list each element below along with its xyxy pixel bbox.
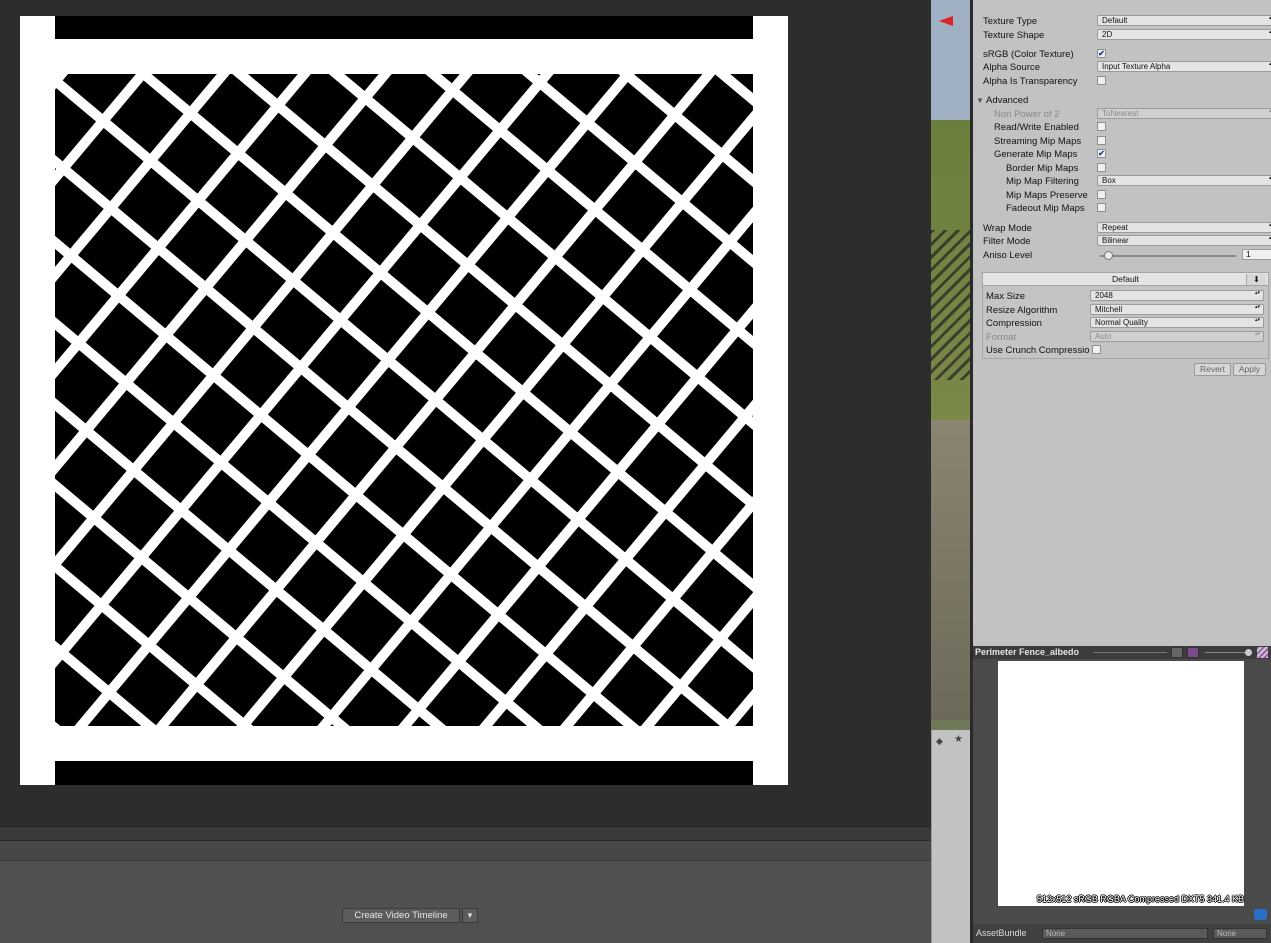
preview-image: [998, 661, 1244, 906]
assetbundle-label: AssetBundle: [976, 928, 1027, 938]
non-power-of-2-label: Non Power of 2: [994, 109, 1060, 120]
mip-preserve-label: Mip Maps Preserve: [1006, 190, 1088, 201]
apply-button[interactable]: Apply: [1233, 363, 1266, 376]
alpha-source-label: Alpha Source: [983, 62, 1041, 73]
platform-settings-box: Default ⬇ Max Size 2048 Resize Algorithm…: [982, 272, 1269, 359]
aniso-level-field[interactable]: 1: [1242, 249, 1271, 260]
download-icon[interactable]: ⬇: [1246, 274, 1266, 285]
create-video-timeline-button[interactable]: Create Video Timeline: [342, 908, 460, 923]
texture-import-inspector: Texture Type Default Texture Shape 2D sR…: [973, 0, 1271, 646]
aniso-level-row: Aniso Level 1: [983, 249, 1271, 262]
resize-algorithm-dropdown[interactable]: Mitchell: [1090, 304, 1264, 315]
srgb-checkbox[interactable]: ✔: [1097, 49, 1106, 58]
crunch-label: Use Crunch Compressio: [986, 345, 1090, 356]
aniso-level-label: Aniso Level: [983, 250, 1033, 261]
mip-filtering-label: Mip Map Filtering: [1006, 176, 1079, 187]
texture-shape-label: Texture Shape: [983, 30, 1045, 41]
filter-mode-label: Filter Mode: [983, 236, 1031, 247]
texture-shape-dropdown[interactable]: 2D: [1097, 29, 1271, 40]
texture-bottom-bar: [55, 761, 753, 785]
rgb-channel-icon[interactable]: [1171, 647, 1183, 658]
mip-filtering-dropdown[interactable]: Box: [1097, 175, 1271, 186]
assetbundle-variant-dropdown[interactable]: None: [1213, 928, 1267, 939]
texture-viewport: [0, 0, 931, 826]
fadeout-mips-checkbox[interactable]: [1097, 203, 1106, 212]
generate-mips-label: Generate Mip Maps: [994, 149, 1078, 160]
read-write-checkbox[interactable]: [1097, 122, 1106, 131]
border-mips-checkbox[interactable]: [1097, 163, 1106, 172]
alpha-source-dropdown[interactable]: Input Texture Alpha: [1097, 61, 1271, 72]
tag-label-icon[interactable]: [1254, 909, 1267, 920]
preview-mip-slider[interactable]: [1093, 652, 1167, 653]
timeline-panel: Create Video Timeline ▼: [0, 860, 931, 943]
wrap-mode-label: Wrap Mode: [983, 223, 1032, 234]
advanced-label: Advanced: [986, 95, 1029, 106]
generate-mips-checkbox[interactable]: ✔: [1097, 149, 1106, 158]
create-video-dropdown-button[interactable]: ▼: [462, 908, 478, 923]
streaming-mips-checkbox[interactable]: [1097, 136, 1106, 145]
fence-mesh-pattern: [55, 74, 753, 726]
scene-fence: [931, 230, 970, 380]
srgb-label: sRGB (Color Texture): [983, 49, 1074, 60]
texture-preview-panel: Perimeter Fence_albedo 512x512 sRGB RGBA…: [973, 646, 1271, 943]
star-icon[interactable]: ★: [954, 734, 963, 745]
scene-rock: [931, 420, 970, 720]
crunch-checkbox[interactable]: [1092, 345, 1101, 354]
aniso-level-slider-track[interactable]: [1100, 255, 1236, 257]
resize-algorithm-label: Resize Algorithm: [986, 305, 1058, 316]
read-write-label: Read/Write Enabled: [994, 122, 1079, 133]
foldout-triangle-icon: ▼: [976, 96, 984, 105]
max-size-dropdown[interactable]: 2048: [1090, 290, 1264, 301]
alpha-transparency-label: Alpha Is Transparency: [983, 76, 1078, 87]
checker-icon[interactable]: [1257, 647, 1268, 658]
max-size-label: Max Size: [986, 291, 1026, 302]
scene-view-strip[interactable]: ◆ ★: [931, 0, 970, 943]
border-mips-label: Border Mip Maps: [1006, 163, 1079, 174]
revert-button[interactable]: Revert: [1194, 363, 1231, 376]
platform-tab-default[interactable]: Default: [983, 273, 1268, 286]
mip-preserve-checkbox[interactable]: [1097, 190, 1106, 199]
scene-gizmo-icon[interactable]: [939, 16, 953, 26]
wrap-mode-dropdown[interactable]: Repeat: [1097, 222, 1271, 233]
fadeout-mips-label: Fadeout Mip Maps: [1006, 203, 1085, 214]
texture-type-label: Texture Type: [983, 16, 1038, 27]
compression-dropdown[interactable]: Normal Quality: [1090, 317, 1264, 328]
preview-zoom-knob[interactable]: [1245, 649, 1252, 656]
scene-side-toolbar: ◆ ★: [931, 730, 970, 943]
assetbundle-bar: AssetBundle None None: [973, 924, 1271, 943]
non-power-of-2-dropdown: ToNearest: [1097, 108, 1271, 119]
preview-info-text: 512x512 sRGB RGBA Compressed DXT5 341.4 …: [1036, 894, 1244, 904]
chevron-down-icon: ▼: [466, 911, 474, 920]
streaming-mips-label: Streaming Mip Maps: [994, 136, 1082, 147]
alpha-transparency-checkbox[interactable]: [1097, 76, 1106, 85]
filter-mode-dropdown[interactable]: Bilinear: [1097, 235, 1271, 246]
alpha-channel-icon[interactable]: [1187, 647, 1199, 658]
tag-icon[interactable]: ◆: [936, 736, 943, 747]
texture-type-dropdown[interactable]: Default: [1097, 15, 1271, 26]
texture-image: [20, 16, 788, 785]
assetbundle-dropdown[interactable]: None: [1042, 928, 1208, 939]
compression-label: Compression: [986, 318, 1042, 329]
aniso-level-slider-knob[interactable]: [1104, 251, 1113, 260]
timeline-header-strip: [0, 826, 931, 840]
format-label: Format: [986, 332, 1017, 343]
timeline-toolbar-strip: [0, 840, 931, 860]
texture-viewer-panel: Create Video Timeline ▼: [0, 0, 931, 943]
texture-top-bar: [55, 16, 753, 39]
format-dropdown: Auto: [1090, 331, 1264, 342]
